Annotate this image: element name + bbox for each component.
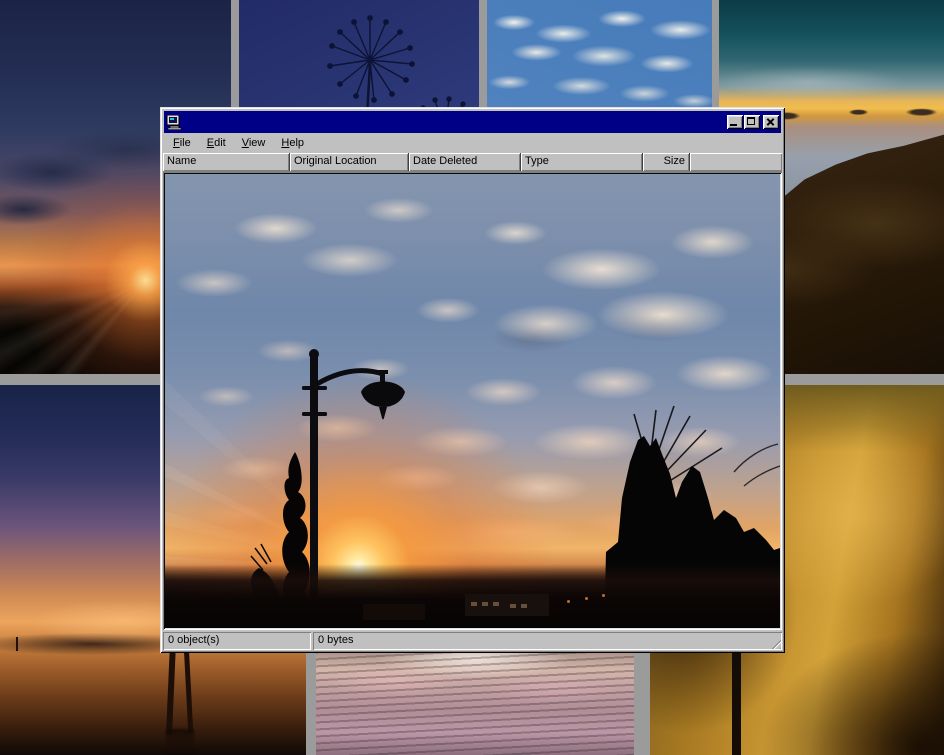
column-header-blank[interactable]	[690, 153, 782, 171]
pole-reflection	[166, 729, 194, 755]
close-button[interactable]	[763, 115, 779, 129]
menu-help[interactable]: Help	[275, 135, 310, 152]
lake-pole	[166, 643, 176, 735]
status-bytes: 0 bytes	[313, 632, 782, 650]
column-header-date-deleted[interactable]: Date Deleted	[409, 153, 521, 171]
column-header-name[interactable]: Name	[163, 153, 290, 171]
building-silhouette	[363, 604, 425, 620]
golden-photo-pole	[732, 647, 741, 755]
maximize-icon	[747, 117, 755, 125]
file-list-area[interactable]	[163, 172, 782, 630]
lake-stick	[16, 637, 18, 651]
column-header-row: Name Original Location Date Deleted Type…	[163, 153, 782, 172]
town-light	[567, 600, 570, 603]
minimize-button[interactable]	[727, 115, 743, 129]
status-objects: 0 object(s)	[163, 632, 311, 650]
content-photo-sunset	[165, 174, 780, 628]
desktop: File Edit View Help Name Original Locati…	[0, 0, 944, 755]
status-bar: 0 object(s) 0 bytes	[163, 632, 782, 650]
menu-view[interactable]: View	[236, 135, 272, 152]
column-header-type[interactable]: Type	[521, 153, 643, 171]
building-silhouette	[465, 594, 549, 616]
lake-pole	[184, 645, 194, 733]
menu-edit[interactable]: Edit	[201, 135, 232, 152]
column-header-size[interactable]: Size	[643, 153, 690, 171]
minimize-icon	[730, 124, 737, 126]
menu-file[interactable]: File	[167, 135, 197, 152]
recycle-bin-window: File Edit View Help Name Original Locati…	[160, 107, 785, 653]
title-bar[interactable]	[164, 111, 781, 133]
town-light	[602, 594, 605, 597]
computer-icon	[166, 115, 182, 130]
menu-bar: File Edit View Help	[163, 134, 782, 153]
town-light	[585, 597, 588, 600]
maximize-button[interactable]	[744, 115, 760, 129]
column-header-original-location[interactable]: Original Location	[290, 153, 409, 171]
